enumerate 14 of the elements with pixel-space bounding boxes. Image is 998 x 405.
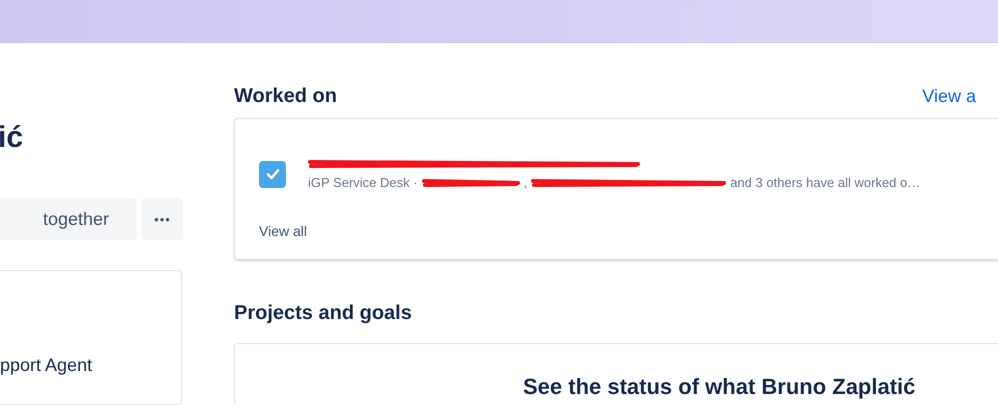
contributors-text: and 3 others have all worked o… [730,175,920,190]
projects-message: See the status of what Bruno Zaplatić [523,374,916,400]
view-all-link[interactable]: View all [259,223,307,239]
job-title: pport Agent [0,355,92,375]
more-button[interactable]: ••• [142,198,183,240]
action-button[interactable]: together [0,198,137,240]
separator: , [524,175,528,190]
view-all-link[interactable]: View a [922,86,976,107]
service-name: iGP Service Desk · [308,175,418,190]
section-title: Worked on [234,85,337,108]
section-title: Projects and goals [234,302,412,325]
profile-name: ić [0,120,24,156]
checkbox[interactable] [259,160,286,188]
checkmark-icon [264,166,280,182]
